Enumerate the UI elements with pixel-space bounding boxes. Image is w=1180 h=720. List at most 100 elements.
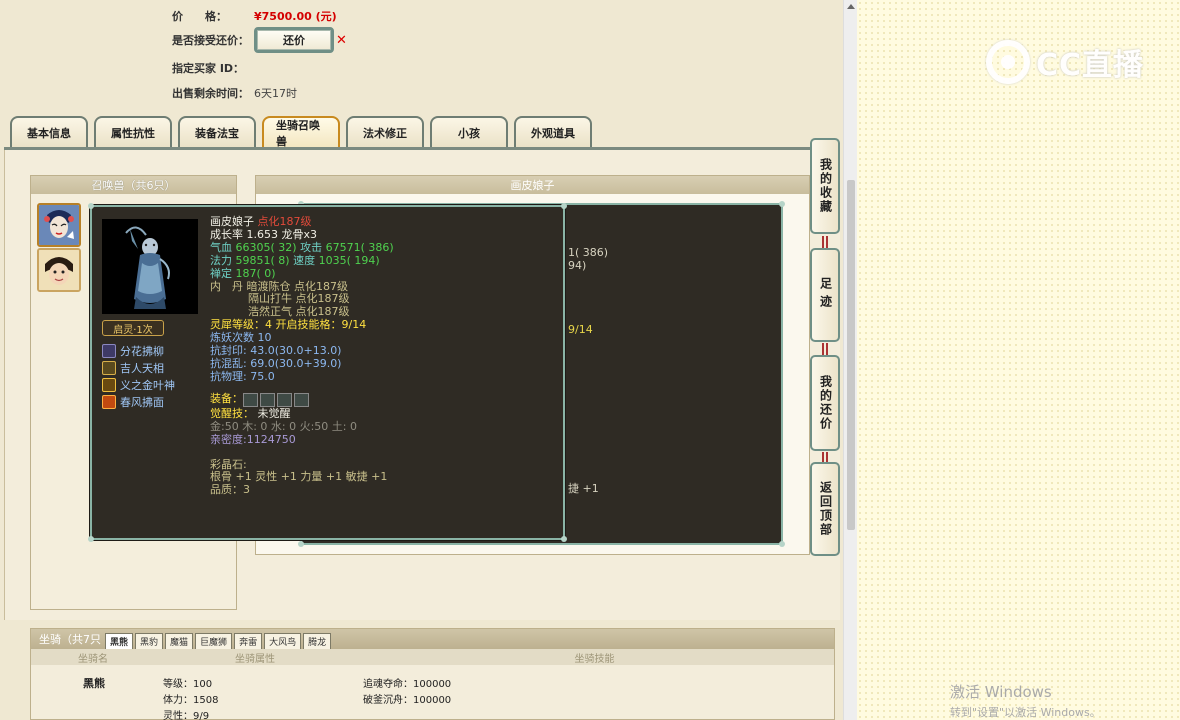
mp-value: 59851( 8) bbox=[235, 253, 290, 267]
tooltip-corner bbox=[779, 201, 785, 207]
skill-label: 吉人天相 bbox=[120, 362, 164, 375]
price-row: 价 格： ¥7500.00 (元) bbox=[172, 8, 337, 24]
mounts-tabs: 坐骑（共7只 黑熊 黑豹 魔猫 巨魔狮 奔雷 大风鸟 腾龙 bbox=[31, 629, 834, 649]
tab-label: 装备法宝 bbox=[195, 127, 239, 140]
footprint-label: 足迹 bbox=[818, 277, 833, 313]
skill-label: 义之金叶神 bbox=[120, 379, 175, 392]
tab-mounts-pets[interactable]: 坐骑召唤兽 bbox=[262, 116, 340, 148]
core-label: 内 丹 bbox=[210, 279, 243, 293]
cc-logo-text: CC直播 bbox=[1036, 48, 1145, 83]
button-connector bbox=[822, 236, 828, 248]
mount-tab[interactable]: 黑熊 bbox=[105, 633, 134, 649]
scroll-up-icon[interactable] bbox=[847, 4, 855, 9]
atk-value: 67571( 386) bbox=[325, 240, 394, 254]
tab-spell-modifier[interactable]: 法术修正 bbox=[346, 116, 424, 148]
pets-list-title: 召唤兽（共6只） bbox=[31, 176, 236, 194]
gem-stats: 根骨 +1 灵性 +1 力量 +1 敏捷 +1 bbox=[210, 470, 388, 484]
buyer-id-row: 指定买家 ID： bbox=[172, 60, 254, 76]
footprint-button[interactable]: 足迹 bbox=[810, 248, 840, 342]
back-to-top-button[interactable]: 返回顶部 bbox=[810, 462, 840, 556]
col-mount-name: 坐骑名 bbox=[78, 653, 108, 665]
back-to-top-label: 返回顶部 bbox=[818, 481, 833, 537]
gem-quality: 品质：3 bbox=[210, 483, 250, 497]
pet-figure-icon bbox=[102, 219, 198, 314]
tooltip-corner bbox=[561, 536, 567, 542]
windows-activation-watermark: 激活 Windows 转到"设置"以激活 Windows。 bbox=[950, 681, 1101, 720]
zen-label: 禅定 bbox=[210, 266, 232, 280]
mount-tab[interactable]: 大风鸟 bbox=[264, 633, 302, 649]
my-counter-offers-button[interactable]: 我的还价 bbox=[810, 355, 840, 451]
atk-label: 攻击 bbox=[300, 240, 323, 254]
awaken-skill-value: 未觉醒 bbox=[257, 406, 291, 420]
counter-offer-button[interactable]: 还价 bbox=[254, 27, 334, 53]
mount-spirit: 灵性：9/9 bbox=[163, 711, 210, 720]
category-tabs: 基本信息 属性抗性 装备法宝 坐骑召唤兽 法术修正 小孩 外观道具 bbox=[10, 116, 592, 148]
activate-subtitle: 转到"设置"以激活 Windows。 bbox=[950, 706, 1101, 719]
col-mount-skill: 坐骑技能 bbox=[574, 653, 615, 665]
equip-slot-icon[interactable] bbox=[243, 392, 258, 407]
tab-label: 小孩 bbox=[458, 127, 480, 140]
hp-label: 气血 bbox=[210, 240, 232, 254]
buyer-id-label: 指定买家 ID： bbox=[172, 62, 245, 75]
pet-avatar-icon bbox=[39, 205, 79, 245]
mount-tab[interactable]: 魔猫 bbox=[165, 633, 194, 649]
equip-slot-icon[interactable] bbox=[294, 392, 309, 407]
mount-tab-label: 奔雷 bbox=[239, 638, 258, 648]
pet-thumbnail-1[interactable] bbox=[37, 203, 81, 247]
pet-skill[interactable]: 春风拂面 bbox=[102, 394, 164, 410]
tooltip-fragment: 9/14 bbox=[568, 323, 593, 336]
mount-name: 黑熊 bbox=[83, 677, 105, 690]
mount-stamina: 体力：1508 bbox=[163, 695, 219, 706]
pet-skill[interactable]: 吉人天相 bbox=[102, 360, 164, 376]
spd-label: 速度 bbox=[293, 253, 316, 267]
mount-tab[interactable]: 黑豹 bbox=[135, 633, 164, 649]
counter-offer-row: 是否接受还价： 还价 ✕ bbox=[172, 27, 347, 53]
spd-value: 1035( 194) bbox=[318, 253, 380, 267]
tooltip-corner bbox=[298, 541, 304, 547]
activate-title: 激活 Windows bbox=[950, 683, 1052, 701]
awaken-skill-label: 觉醒技： bbox=[210, 406, 254, 420]
tab-label: 法术修正 bbox=[363, 127, 407, 140]
pet-skill[interactable]: 义之金叶神 bbox=[102, 377, 175, 393]
tab-appearance[interactable]: 外观道具 bbox=[514, 116, 592, 148]
skill-label: 春风拂面 bbox=[120, 396, 164, 409]
pet-stats: 画皮娘子 点化187级 成长率 1.653 龙骨x3 气血 66305( 32)… bbox=[210, 215, 550, 497]
resist-physical: 抗物理: 75.0 bbox=[210, 369, 275, 383]
tab-attributes[interactable]: 属性抗性 bbox=[94, 116, 172, 148]
awaken-badge: 启灵·1次 bbox=[102, 320, 164, 336]
mount-row: 黑熊 等级：100 体力：1508 灵性：9/9 追魂夺命：100000 破釜沉… bbox=[31, 665, 834, 720]
price-label: 价 格： bbox=[172, 10, 227, 23]
pet-name-tag: 点化187级 bbox=[257, 215, 312, 228]
my-favorites-button[interactable]: 我的收藏 bbox=[810, 138, 840, 234]
mount-tab-label: 大风鸟 bbox=[269, 638, 297, 648]
mount-tab[interactable]: 腾龙 bbox=[303, 633, 332, 649]
side-background bbox=[857, 0, 1180, 720]
vertical-scrollbar[interactable] bbox=[843, 0, 857, 720]
mounts-panel: 坐骑（共7只 黑熊 黑豹 魔猫 巨魔狮 奔雷 大风鸟 腾龙 坐骑名 坐骑属性 坐… bbox=[30, 628, 835, 720]
mount-tab[interactable]: 奔雷 bbox=[234, 633, 263, 649]
mp-label: 法力 bbox=[210, 253, 232, 267]
button-connector bbox=[822, 343, 828, 355]
close-icon: ✕ bbox=[336, 32, 347, 48]
pet-thumbnail-2[interactable] bbox=[37, 248, 81, 292]
skill-icon bbox=[102, 344, 116, 358]
tab-basic-info[interactable]: 基本信息 bbox=[10, 116, 88, 148]
tooltip-corner bbox=[779, 541, 785, 547]
pet-skill[interactable]: 分花拂柳 bbox=[102, 343, 164, 359]
tab-child[interactable]: 小孩 bbox=[430, 116, 508, 148]
tooltip-fragment: 捷 +1 bbox=[568, 482, 599, 495]
mount-skill: 追魂夺命：100000 bbox=[363, 679, 452, 690]
pet-name: 画皮娘子 bbox=[210, 215, 254, 228]
mount-tab-label: 魔猫 bbox=[170, 638, 189, 648]
equip-slot-icon[interactable] bbox=[277, 392, 292, 407]
tab-label: 外观道具 bbox=[531, 127, 575, 140]
cc-eye-icon bbox=[986, 40, 1030, 84]
tab-equipment[interactable]: 装备法宝 bbox=[178, 116, 256, 148]
price-value: ¥7500.00 (元) bbox=[254, 10, 337, 23]
tooltip-corner bbox=[88, 536, 94, 542]
mount-tab-label: 巨魔狮 bbox=[200, 638, 228, 648]
equip-slot-icon[interactable] bbox=[260, 392, 275, 407]
remaining-time-row: 出售剩余时间： 6天17时 bbox=[172, 85, 297, 101]
scroll-thumb[interactable] bbox=[847, 180, 855, 530]
mount-tab[interactable]: 巨魔狮 bbox=[195, 633, 233, 649]
